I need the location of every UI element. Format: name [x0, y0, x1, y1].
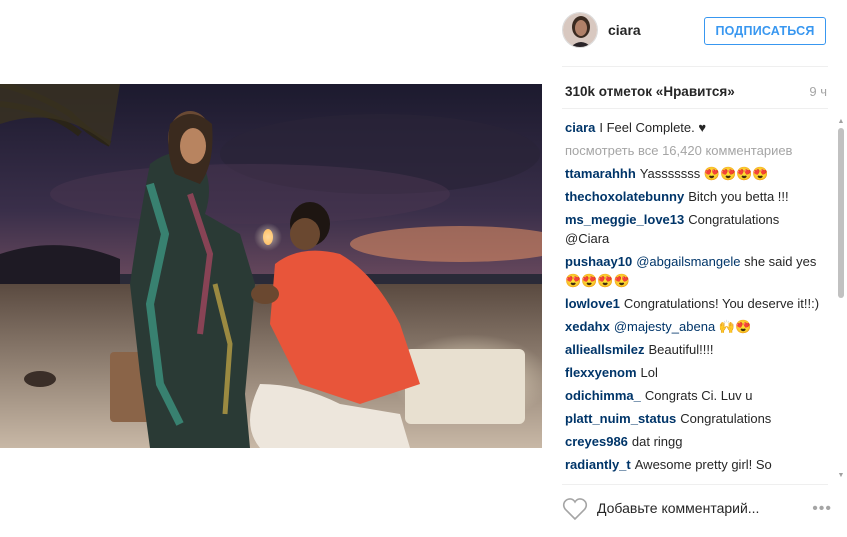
comment-item: ms_meggie_love13 Congratulations @Ciara — [565, 210, 827, 248]
comment-item: allieallsmilez Beautiful!!!! — [565, 340, 827, 359]
comment-text: Yasssssss 😍😍😍😍 — [639, 166, 769, 181]
divider — [562, 484, 828, 485]
comment-item: pushaay10 @abgailsmangele she said yes😍😍😍… — [565, 252, 827, 290]
comment-author[interactable]: ms_meggie_love13 — [565, 212, 684, 227]
avatar-image — [563, 13, 597, 47]
caption-author[interactable]: ciara — [565, 120, 595, 135]
comment-input[interactable] — [597, 500, 787, 516]
post-header: ciara ПОДПИСАТЬСЯ — [562, 12, 832, 50]
comment-text: Lol — [640, 365, 658, 380]
comment-text: Beautiful!!!! — [648, 342, 714, 357]
scroll-thumb[interactable] — [838, 128, 844, 298]
comment-author[interactable]: odichimma_ — [565, 388, 641, 403]
likes-count[interactable]: 310k отметок «Нравится» — [565, 84, 735, 99]
comment-mention[interactable]: @abgailsmangele — [636, 254, 740, 269]
avatar[interactable] — [562, 12, 598, 48]
comments-scrollbar[interactable]: ▲ ▼ — [835, 118, 847, 480]
comment-item: lowlove1 Congratulations! You deserve it!… — [565, 294, 827, 313]
likes-row: 310k отметок «Нравится» 9 ч — [565, 84, 827, 102]
heart-icon[interactable] — [562, 497, 588, 521]
comment-text: Congrats Ci. Luv u — [644, 388, 753, 403]
comment-author[interactable]: radiantly_t — [565, 457, 631, 472]
post-time[interactable]: 9 ч — [809, 84, 827, 99]
comment-item: creyes986 dat ringg — [565, 432, 827, 451]
comment-text: Bitch you betta !!! — [688, 189, 789, 204]
scroll-up-arrow-icon[interactable]: ▲ — [837, 118, 845, 126]
comment-text: Congratulations — [680, 411, 772, 426]
caption: ciara I Feel Complete. ♥ — [565, 118, 827, 137]
comment-author[interactable]: flexxyenom — [565, 365, 637, 380]
comment-item: radiantly_t Awesome pretty girl! So — [565, 455, 827, 474]
comment-author[interactable]: lowlove1 — [565, 296, 620, 311]
comment-author[interactable]: pushaay10 — [565, 254, 632, 269]
comment-container: ttamarahhh Yasssssss 😍😍😍😍 thechoxolatebunn… — [565, 164, 827, 474]
post-sidebar: ciara ПОДПИСАТЬСЯ 310k отметок «Нравится… — [545, 0, 847, 537]
comment-item: flexxyenom Lol — [565, 363, 827, 382]
comment-item: odichimma_ Congrats Ci. Luv u — [565, 386, 827, 405]
comment-author[interactable]: xedahx — [565, 319, 610, 334]
comment-text: dat ringg — [631, 434, 683, 449]
comment-mention[interactable]: @majesty_abena — [614, 319, 715, 334]
comment-author[interactable]: ttamarahhh — [565, 166, 636, 181]
divider — [562, 66, 828, 67]
comment-author[interactable]: creyes986 — [565, 434, 628, 449]
more-options-icon[interactable]: ••• — [812, 500, 832, 518]
comment-footer: ••• — [562, 496, 832, 524]
comment-item: xedahx @majesty_abena 🙌😍 — [565, 317, 827, 336]
comment-author[interactable]: thechoxolatebunny — [565, 189, 684, 204]
comments-list: ciara I Feel Complete. ♥ посмотреть все 1… — [565, 118, 827, 475]
divider — [562, 108, 828, 109]
comment-author[interactable]: platt_nuim_status — [565, 411, 676, 426]
comment-item: ttamarahhh Yasssssss 😍😍😍😍 — [565, 164, 827, 183]
photo-image — [0, 84, 542, 448]
caption-text: I Feel Complete. ♥ — [599, 120, 707, 135]
username-link[interactable]: ciara — [608, 22, 641, 38]
comment-item: thechoxolatebunny Bitch you betta !!! — [565, 187, 827, 206]
follow-button[interactable]: ПОДПИСАТЬСЯ — [704, 17, 826, 45]
view-all-comments-link[interactable]: посмотреть все 16,420 комментариев — [565, 141, 827, 160]
comment-item: platt_nuim_status Congratulations — [565, 409, 827, 428]
scroll-down-arrow-icon[interactable]: ▼ — [837, 472, 845, 480]
comment-text: 🙌😍 — [718, 319, 752, 334]
comment-text: Awesome pretty girl! So — [634, 457, 772, 472]
post-photo[interactable] — [0, 84, 542, 448]
comment-author[interactable]: allieallsmilez — [565, 342, 645, 357]
photo-area — [0, 0, 545, 537]
comment-text: Congratulations! You deserve it!!:) — [623, 296, 820, 311]
